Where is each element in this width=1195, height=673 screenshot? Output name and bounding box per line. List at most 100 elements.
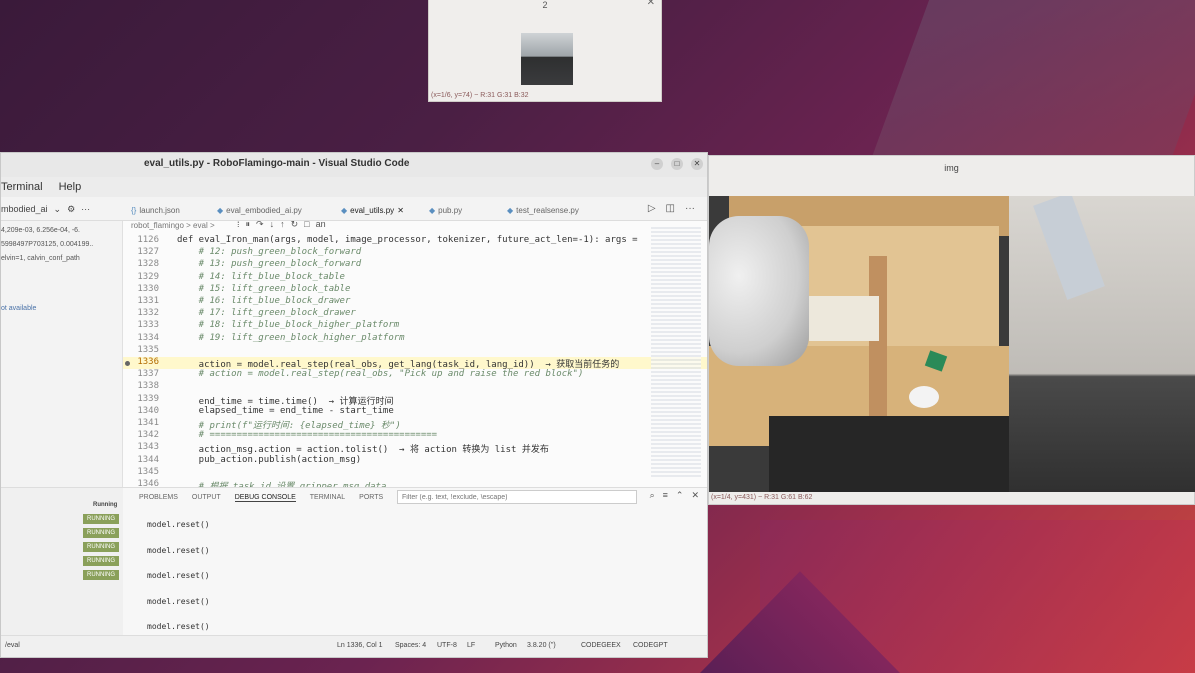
explorer-header[interactable]: mbodied_ai ⌄ ⚙ ··· [1,201,121,217]
status-encoding[interactable]: UTF-8 [437,642,457,649]
pause-icon[interactable]: ⏸ [246,221,251,235]
status-codegpt[interactable]: CODEGPT [633,642,668,649]
tab-output[interactable]: OUTPUT [192,494,221,502]
line-number[interactable]: 1342 [123,430,159,440]
tab-pub[interactable]: ◆ pub.py [429,201,462,219]
step-into-icon[interactable]: ↓ [270,221,275,235]
close-icon[interactable]: ✕ [397,206,404,215]
img-window[interactable]: img (x=1/4, y=431) ~ R:31 G:61 B:62 [708,155,1195,505]
line-number[interactable]: 1333 [123,320,159,330]
code-line[interactable]: 1327 # 12: push_green_block_forward [123,247,707,259]
code-line[interactable]: 1338 [123,381,707,393]
running-badge[interactable]: RUNNING [83,570,119,580]
code-line[interactable]: 1329 # 14: lift_blue_block_table [123,272,707,284]
line-number[interactable]: 1329 [123,272,159,282]
code-line[interactable]: 1332 # 17: lift_green_block_drawer [123,308,707,320]
restart-icon[interactable]: ↻ [291,221,299,235]
code-line[interactable]: 1334 # 19: lift_green_block_higher_platf… [123,333,707,345]
split-editor-icon[interactable]: ◫ [666,203,675,214]
run-icon[interactable]: ▷ [648,203,656,214]
tab-eval-embodied-ai[interactable]: ◆ eval_embodied_ai.py [217,201,302,219]
line-number[interactable]: 1346 [123,479,159,487]
more-icon[interactable]: ··· [685,203,695,214]
step-out-icon[interactable]: ↑ [280,221,285,235]
line-number[interactable]: 1327 [123,247,159,257]
line-number[interactable]: 1331 [123,296,159,306]
maximize-button[interactable]: □ [671,158,683,170]
line-number[interactable]: 1340 [123,406,159,416]
gear-icon[interactable]: ⚙ [67,204,75,215]
close-button[interactable]: ✕ [691,158,703,170]
line-number[interactable]: 1335 [123,345,159,355]
code-line[interactable]: 1345 [123,467,707,479]
code-line[interactable]: 1346 # 根据 task_id 设置 gripper_msg.data [123,479,707,487]
status-codegeex[interactable]: CODEGEEX [581,642,621,649]
code-line[interactable]: 1336 action = model.real_step(real_obs, … [123,357,707,370]
line-number[interactable]: 1344 [123,455,159,465]
step-over-icon[interactable]: ↷ [256,221,264,235]
breadcrumb-tail: an [315,221,326,229]
code-line[interactable]: 1333 # 18: lift_blue_block_higher_platfo… [123,320,707,332]
line-number[interactable]: 1345 [123,467,159,477]
status-eol[interactable]: LF [467,642,475,649]
close-icon[interactable]: ✕ [647,0,655,8]
tab-test-realsense[interactable]: ◆ test_realsense.py [507,201,579,219]
code-line[interactable]: 1328 # 13: push_green_block_forward [123,259,707,271]
minimize-button[interactable]: – [651,158,663,170]
code-line[interactable]: 1335 [123,345,707,357]
close-icon[interactable]: ✕ [691,490,699,501]
tab-debug-console[interactable]: DEBUG CONSOLE [234,494,296,502]
status-python-version[interactable]: 3.8.20 ('') [527,642,556,649]
code-line[interactable]: 1331 # 16: lift_blue_block_drawer [123,296,707,308]
code-line[interactable]: 1339 end_time = time.time() → 计算运行时间 [123,394,707,407]
tab-problems[interactable]: PROBLEMS [139,494,178,502]
breakpoint-icon[interactable] [125,361,130,366]
line-number[interactable]: 1126 [123,235,159,245]
running-badge[interactable]: RUNNING [83,514,119,524]
window-title: eval_utils.py - RoboFlamingo-main - Visu… [144,158,410,169]
code-line[interactable]: 1341 # print(f"运行时间: {elapsed_time} 秒") [123,418,707,431]
line-number[interactable]: 1337 [123,369,159,379]
code-editor[interactable]: robot_flamingo > eval > ⁞ ⏸ ↷ ↓ ↑ ↻ □ an… [123,221,707,487]
filter-icon[interactable]: ⌕ [650,490,655,501]
console-filter-input[interactable] [397,490,637,504]
running-badge[interactable]: RUNNING [83,528,119,538]
code-line[interactable]: 1340 elapsed_time = end_time - start_tim… [123,405,707,418]
running-badge[interactable]: RUNNING [83,556,119,566]
stop-icon[interactable]: □ [304,221,309,235]
tab-terminal[interactable]: TERMINAL [310,494,345,502]
status-cursor-position[interactable]: Ln 1336, Col 1 [337,642,383,649]
code-line[interactable]: 1330 # 15: lift_green_block_table [123,284,707,296]
line-number[interactable]: 1339 [123,394,159,404]
python-file-icon: ◆ [429,205,436,215]
line-number[interactable]: 1330 [123,284,159,294]
line-number[interactable]: 1332 [123,308,159,318]
clear-console-icon[interactable]: ≡ [663,490,668,501]
tab-launch-json[interactable]: {} launch.json [131,201,180,219]
more-icon[interactable]: ··· [81,204,90,214]
line-number[interactable]: 1338 [123,381,159,391]
line-number[interactable]: 1328 [123,259,159,269]
tab-ports[interactable]: PORTS [359,494,383,502]
line-number[interactable]: 1334 [123,333,159,343]
menu-terminal[interactable]: Terminal [1,181,43,193]
code-line[interactable]: 1343 action_msg.action = action.tolist()… [123,442,707,455]
image-popup-window[interactable]: 2 ✕ (x=1/6, y=74) ~ R:31 G:31 B:32 [428,0,662,102]
tab-eval-utils[interactable]: ◆ eval_utils.py ✕ [341,201,404,219]
vscode-window[interactable]: eval_utils.py - RoboFlamingo-main - Visu… [0,152,708,658]
drag-handle-icon[interactable]: ⁞ [237,221,240,235]
status-indentation[interactable]: Spaces: 4 [395,642,426,649]
minimap[interactable] [651,227,701,477]
running-badge[interactable]: RUNNING [83,542,119,552]
code-line[interactable]: 1344 pub_action.publish(action_msg) [123,455,707,467]
menu-help[interactable]: Help [59,181,82,193]
code-line[interactable]: 1126 def eval_Iron_man(args, model, image… [123,235,707,247]
code-line[interactable]: 1342 # =================================… [123,430,707,442]
code-line[interactable]: 1337 # action = model.real_step(real_obs… [123,369,707,381]
code-text: elapsed_time = end_time - start_time [177,405,394,416]
chevron-up-icon[interactable]: ⌃ [676,490,684,501]
line-number[interactable]: 1341 [123,418,159,428]
status-language[interactable]: Python [495,642,517,649]
chevron-down-icon[interactable]: ⌄ [54,204,62,215]
line-number[interactable]: 1343 [123,442,159,452]
